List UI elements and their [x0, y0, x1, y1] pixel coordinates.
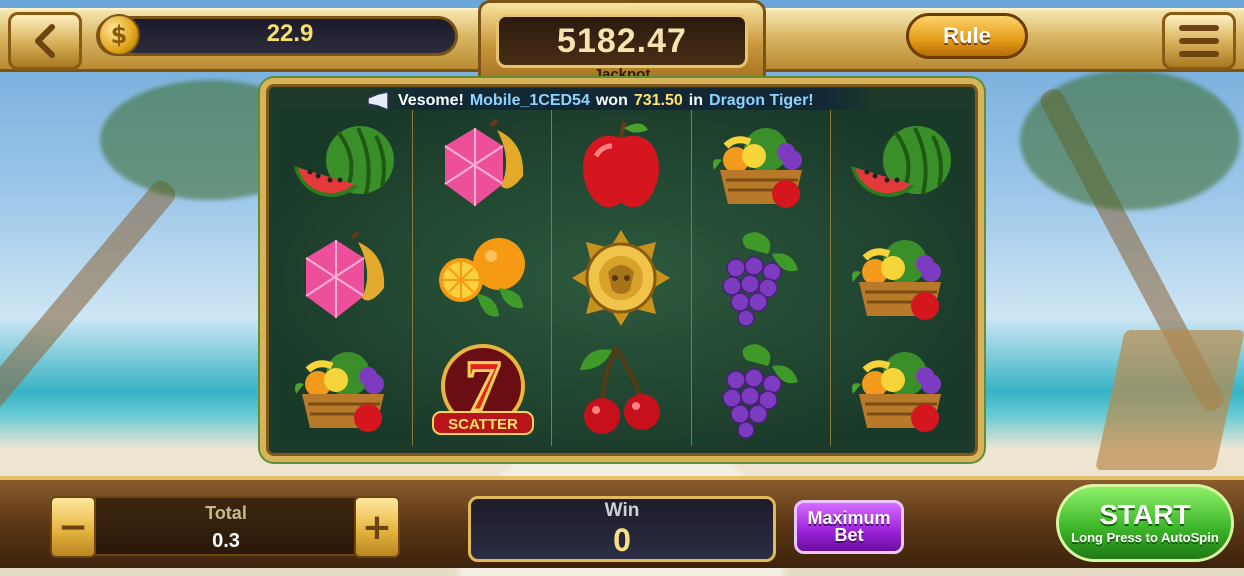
palm-leaves-right — [1020, 70, 1240, 210]
watermelon-symbol — [845, 116, 955, 216]
dollar-coin-icon: $ — [98, 14, 140, 56]
ticker-user: Mobile_1CED54 — [469, 92, 590, 109]
apple-symbol — [566, 116, 676, 216]
start-sublabel: Long Press to AutoSpin — [1071, 530, 1219, 545]
start-label: START — [1099, 499, 1191, 530]
maximum-bet-button[interactable]: Maximum Bet — [794, 500, 904, 554]
reel-cell — [413, 110, 553, 222]
reel-cell — [274, 222, 414, 334]
reel-cell — [692, 110, 831, 222]
total-bet-value: 0.3 — [212, 530, 240, 552]
win-label: Win — [604, 500, 640, 521]
back-button[interactable] — [8, 12, 82, 70]
bet-increase-button[interactable]: + — [354, 496, 400, 558]
maximum-bet-line2: Bet — [834, 525, 864, 545]
ticker-won: won — [595, 92, 628, 109]
reel-cell — [552, 110, 692, 222]
fruit-basket-symbol — [845, 228, 955, 328]
pink-diamond-peach-symbol — [288, 228, 398, 328]
reel-grid: 7 SCATTER — [274, 110, 970, 446]
ticker-prefix: Vesome! — [398, 92, 464, 109]
grapes-symbol — [706, 340, 816, 440]
start-button[interactable]: START Long Press to AutoSpin — [1056, 484, 1234, 562]
ticker-amount: 731.50 — [633, 92, 683, 109]
reel-cell — [552, 334, 692, 446]
reel-cell — [831, 110, 970, 222]
ticker-in: in — [688, 92, 704, 109]
reel-cell — [274, 334, 414, 446]
ticker-game: Dragon Tiger! — [709, 92, 814, 109]
reel-cell — [831, 222, 970, 334]
cherries-symbol — [566, 340, 676, 440]
balance-value: 22.9 — [266, 20, 314, 47]
fruit-basket-symbol — [288, 340, 398, 440]
gold-medallion-symbol — [566, 228, 676, 328]
total-bet-label: Total — [205, 503, 247, 523]
win-value: 0 — [613, 522, 631, 558]
bet-decrease-button[interactable]: − — [50, 496, 96, 558]
reel-cell — [831, 334, 970, 446]
menu-button[interactable] — [1162, 12, 1236, 70]
hamburger-menu-icon — [1179, 25, 1219, 57]
jackpot-display: 5182.47 — [496, 14, 748, 68]
fruit-basket-symbol — [845, 340, 955, 440]
reel-cell: 7 SCATTER — [413, 334, 553, 446]
scatter-7-symbol: 7 SCATTER — [427, 340, 537, 440]
reel-cell — [692, 222, 831, 334]
jackpot-value: 5182.47 — [557, 21, 687, 60]
orange-symbol — [427, 228, 537, 328]
grapes-symbol — [706, 228, 816, 328]
rule-button[interactable]: Rule — [906, 13, 1028, 59]
reel-cell — [274, 110, 414, 222]
chevron-left-icon — [35, 24, 55, 58]
pink-diamond-peach-symbol — [427, 116, 537, 216]
reel-cell — [692, 334, 831, 446]
reel-cell — [413, 222, 553, 334]
megaphone-icon — [367, 91, 389, 111]
fruit-basket-symbol — [706, 116, 816, 216]
reel-cell — [552, 222, 692, 334]
svg-text:SCATTER: SCATTER — [448, 416, 518, 433]
watermelon-symbol — [288, 116, 398, 216]
